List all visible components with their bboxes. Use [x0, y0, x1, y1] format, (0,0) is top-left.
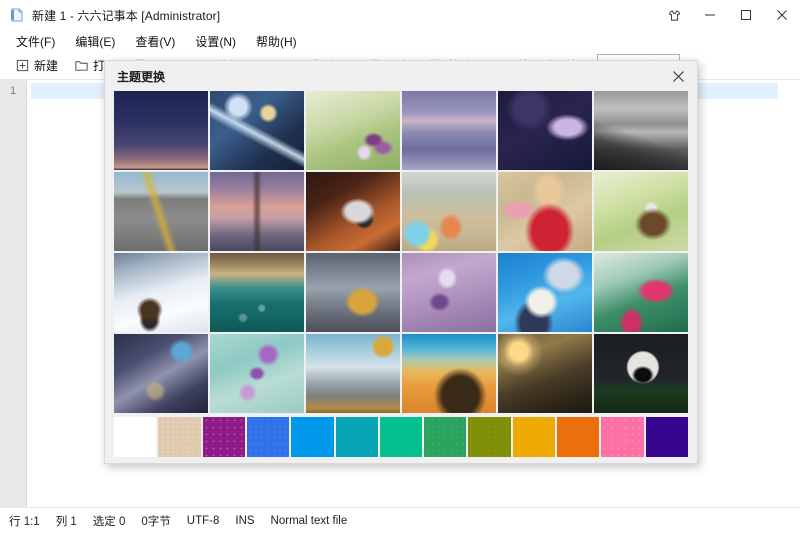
theme-thumbnail-desert-vintage-car[interactable] — [402, 334, 496, 413]
swatch-purple[interactable] — [202, 417, 245, 457]
theme-thumbnail-anime-girl-blue-sky[interactable] — [498, 253, 592, 332]
theme-thumbnail-grayscale-pier[interactable] — [594, 91, 688, 170]
app-window: 新建 1 - 六六记事本 [Administrator] 文件(F) 编辑(E)… — [0, 0, 800, 533]
swatch-sea-green[interactable] — [424, 417, 467, 457]
status-column-position: 列 1 — [55, 515, 77, 528]
theme-thumbnail-dark-anime-girls[interactable] — [498, 91, 592, 170]
swatch-olive[interactable] — [468, 417, 511, 457]
theme-thumbnail-danbo-cardboard-robot[interactable] — [306, 253, 400, 332]
theme-thumbnail-wheat-field-sunset[interactable] — [498, 334, 592, 413]
theme-thumbnail-doll-in-snow[interactable] — [114, 253, 208, 332]
swatch-green[interactable] — [379, 417, 423, 457]
theme-thumbnail-butterfly-on-metal[interactable] — [114, 334, 208, 413]
theme-thumbnail-anime-swordsman[interactable] — [210, 91, 304, 170]
swatch-white[interactable] — [114, 417, 157, 457]
swatch-tan[interactable] — [158, 417, 201, 457]
theme-thumbnail-purple-seashore[interactable] — [402, 91, 496, 170]
theme-thumbnail-night-sky-sunset[interactable] — [114, 91, 208, 170]
theme-thumbnail-lavender-teal[interactable] — [210, 334, 304, 413]
close-icon — [777, 10, 787, 20]
swatch-orange[interactable] — [557, 417, 600, 457]
status-encoding[interactable]: UTF-8 — [187, 515, 220, 527]
theme-thumbnail-vintage-camera[interactable] — [306, 172, 400, 251]
line-number: 1 — [9, 85, 17, 97]
menu-item-edit[interactable]: 编辑(E) — [65, 31, 125, 52]
swatch-teal[interactable] — [335, 417, 378, 457]
theme-thumbnail-purple-blossoms[interactable] — [306, 91, 400, 170]
theme-thumbnail-aerial-ocean-coast[interactable] — [210, 253, 304, 332]
theme-thumbnail-wisteria-purple[interactable] — [402, 253, 496, 332]
menu-item-file[interactable]: 文件(F) — [6, 31, 65, 52]
theme-thumbnail-mountain-balloon[interactable] — [306, 334, 400, 413]
theme-thumbnail-black-cat-moon[interactable] — [594, 334, 688, 413]
menu-item-settings[interactable]: 设置(N) — [185, 31, 246, 52]
theme-button[interactable] — [656, 0, 692, 30]
swatch-pink[interactable] — [601, 417, 644, 457]
theme-dialog: 主题更换 — [104, 60, 698, 464]
swatch-indigo[interactable] — [645, 417, 688, 457]
theme-dialog-title: 主题更换 — [117, 69, 166, 84]
shirt-icon — [668, 9, 680, 21]
theme-thumbnail-girl-with-balloons[interactable] — [402, 172, 496, 251]
theme-dialog-header: 主题更换 — [105, 61, 697, 91]
toolbar-new-label: 新建 — [34, 59, 59, 73]
window-title: 新建 1 - 六六记事本 [Administrator] — [32, 8, 221, 23]
theme-thumbnail-eiffel-tower[interactable] — [210, 172, 304, 251]
window-controls — [656, 0, 800, 30]
theme-dialog-close-button[interactable] — [667, 65, 689, 87]
theme-dialog-body — [105, 91, 697, 465]
theme-thumbnail-pink-flower-macro[interactable] — [594, 253, 688, 332]
status-byte-count: 0字节 — [141, 515, 171, 528]
minimize-icon — [705, 14, 715, 16]
maximize-icon — [741, 10, 751, 20]
status-bar: 行 1:1 列 1 选定 0 0字节 UTF-8 INS Normal text… — [0, 507, 800, 533]
status-caret-position: 行 1:1 — [9, 515, 40, 528]
open-folder-icon — [75, 61, 88, 71]
menu-item-help[interactable]: 帮助(H) — [246, 31, 307, 52]
menu-bar: 文件(F) 编辑(E) 查看(V) 设置(N) 帮助(H) — [0, 30, 800, 52]
close-button[interactable] — [764, 0, 800, 30]
menu-item-view[interactable]: 查看(V) — [125, 31, 185, 52]
maximize-button[interactable] — [728, 0, 764, 30]
swatch-light-blue[interactable] — [291, 417, 334, 457]
status-selection-count: 选定 0 — [92, 515, 126, 528]
close-icon — [672, 70, 684, 82]
theme-thumbnail-toy-in-garden[interactable] — [594, 172, 688, 251]
status-file-type[interactable]: Normal text file — [271, 515, 348, 527]
title-bar: 新建 1 - 六六记事本 [Administrator] — [0, 0, 800, 30]
theme-thumbnail-woman-red-dress[interactable] — [498, 172, 592, 251]
line-number-gutter: 1 — [0, 80, 27, 507]
theme-thumbnail-grid — [114, 91, 688, 413]
swatch-blue[interactable] — [246, 417, 290, 457]
swatch-amber[interactable] — [512, 417, 556, 457]
vertical-scrollbar[interactable] — [785, 80, 800, 507]
theme-color-swatch-row — [114, 417, 688, 457]
notepad-icon — [9, 7, 25, 23]
theme-thumbnail-motorcycle-road[interactable] — [114, 172, 208, 251]
minimize-button[interactable] — [692, 0, 728, 30]
new-file-icon — [16, 59, 29, 72]
toolbar-new-button[interactable]: 新建 — [7, 54, 66, 78]
status-insert-mode[interactable]: INS — [235, 515, 254, 527]
